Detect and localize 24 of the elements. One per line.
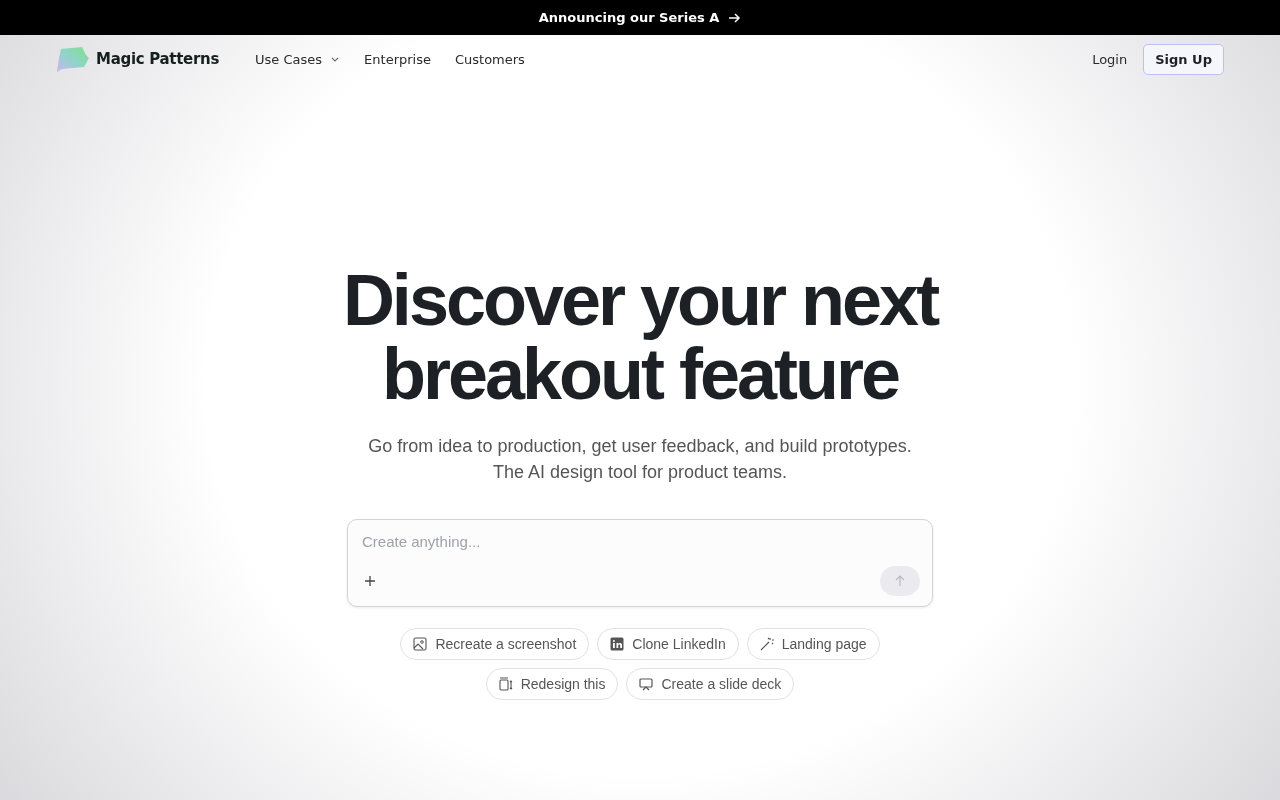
suggestion-chip[interactable]: Recreate a screenshot [400, 628, 590, 660]
nav-link[interactable]: Use Cases [255, 51, 341, 67]
nav-link[interactable]: Customers [454, 51, 525, 67]
suggestion-chip[interactable]: Clone LinkedIn [597, 628, 739, 660]
announcement-link[interactable]: Announcing our Series A [538, 10, 742, 25]
logo-icon [56, 46, 90, 72]
magic-wand-icon [759, 637, 774, 651]
hero-heading: Discover your next breakout feature [342, 263, 938, 411]
hero-subtitle: Go from idea to production, get user feedback, and build prototypes. The AI design tool for product teams. [368, 435, 912, 484]
suggestion-chip[interactable]: Landing page [746, 628, 880, 660]
nav-link[interactable]: Enterprise [364, 51, 431, 67]
arrow-right-icon [727, 10, 742, 25]
plus-icon [364, 575, 376, 587]
image-icon [413, 637, 428, 651]
arrow-up-icon [894, 575, 906, 587]
sign-up-button[interactable]: Sign Up [1143, 43, 1224, 75]
linkedin-icon [610, 637, 625, 651]
brand-name[interactable]: Magic Patterns [96, 50, 220, 68]
resize-icon [498, 677, 513, 691]
suggestion-chip[interactable]: Create a slide deck [626, 668, 795, 700]
login-link[interactable]: Login [1092, 51, 1128, 67]
prompt-input[interactable]: Create anything... [360, 532, 664, 551]
suggestion-chip[interactable]: Redesign this [485, 668, 619, 700]
presentation-icon [639, 677, 654, 691]
